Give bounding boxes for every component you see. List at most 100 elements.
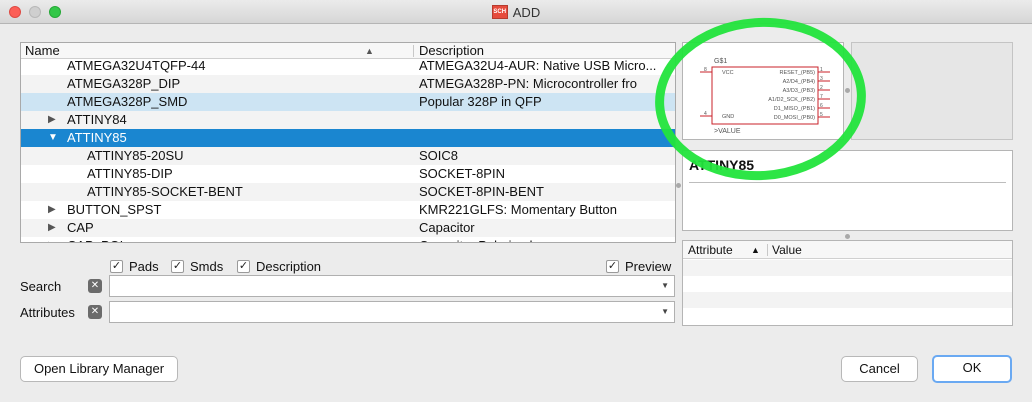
column-divider[interactable]: [413, 45, 414, 57]
expand-arrow-icon[interactable]: ▶: [48, 237, 56, 242]
table-row: [683, 276, 1012, 292]
symbol-preview: G$1 >VALUE 8 VCC 4 GND 1 RESET_(PB5) 3 A2/D4_(PB4…: [682, 42, 844, 140]
list-item[interactable]: ATMEGA328P_DIP ATMEGA328P-PN: Microcontro…: [21, 75, 675, 93]
list-item-description: ATMEGA32U4-AUR: Native USB Micro...: [419, 58, 657, 73]
preview-checkbox[interactable]: ✓: [606, 260, 619, 273]
search-combo[interactable]: ▼: [109, 275, 675, 297]
schematic-symbol: G$1 >VALUE 8 VCC 4 GND 1 RESET_(PB5) 3 A2/D4_(PB4…: [700, 58, 830, 135]
list-item-name: CAP_POL: [67, 237, 127, 242]
list-item[interactable]: ATTINY85-DIP SOCKET-8PIN: [21, 165, 675, 183]
pin-number: 1: [820, 67, 823, 73]
pin-name: RESET_(PB5): [780, 70, 816, 76]
pin-number: 3: [820, 76, 823, 82]
column-header-attribute[interactable]: Attribute: [688, 241, 733, 259]
list-item[interactable]: ▶ CAP Capacitor: [21, 219, 675, 237]
list-item-description: SOCKET-8PIN: [419, 166, 505, 181]
table-row: [683, 260, 1012, 276]
list-item[interactable]: ATMEGA328P_SMD Popular 328P in QFP: [21, 93, 675, 111]
list-item-description: Popular 328P in QFP: [419, 94, 542, 109]
chevron-down-icon[interactable]: ▼: [661, 281, 669, 290]
table-row: [683, 292, 1012, 308]
pin-name: A3/D3_(PB3): [783, 88, 816, 94]
list-item-name: ATTINY85: [67, 130, 127, 145]
expand-arrow-icon[interactable]: ▶: [48, 201, 56, 219]
list-item[interactable]: ▶ ATTINY84: [21, 111, 675, 129]
window-title: ADD: [512, 4, 541, 20]
smds-checkbox[interactable]: ✓: [171, 260, 184, 273]
attribute-table-header: Attribute ▲ Value: [683, 241, 1012, 259]
description-label: Description: [256, 259, 322, 274]
pin-name: GND: [722, 114, 734, 120]
vertical-splitter-handle[interactable]: [676, 183, 681, 188]
expand-arrow-icon[interactable]: ▶: [48, 111, 56, 129]
list-item-name: ATTINY85-SOCKET-BENT: [87, 184, 243, 199]
list-item-description: KMR221GLFS: Momentary Button: [419, 202, 617, 217]
pin-name: D1_MISO_(PB1): [774, 106, 815, 112]
pin-number: 6: [820, 103, 823, 109]
cancel-button[interactable]: Cancel: [841, 356, 918, 382]
horizontal-splitter-handle[interactable]: [845, 88, 850, 93]
list-item[interactable]: ATTINY85-20SU SOIC8: [21, 147, 675, 165]
list-item[interactable]: ▶ CAP_POL Capacitor Polarized: [21, 237, 675, 242]
title-bar: SCH ADD: [0, 0, 1032, 24]
list-item[interactable]: ATMEGA32U4TQFP-44 ATMEGA32U4-AUR: Native …: [21, 57, 675, 75]
pads-label: Pads: [129, 259, 159, 274]
pads-checkbox[interactable]: ✓: [110, 260, 123, 273]
pin-number: 4: [704, 111, 707, 117]
pin-name: A2/D4_(PB4): [783, 79, 816, 85]
window-title-wrap: SCH ADD: [0, 0, 1032, 24]
list-item-description: Capacitor Polarized: [419, 237, 532, 242]
preview-label: Preview: [625, 259, 672, 274]
table-row: [683, 308, 1012, 324]
preview-option[interactable]: ✓ Preview: [606, 259, 671, 274]
pin-name: VCC: [722, 70, 734, 76]
list-item[interactable]: ▶ BUTTON_SPST KMR221GLFS: Momentary Button: [21, 201, 675, 219]
list-item-description: Capacitor: [419, 220, 475, 235]
attribute-table[interactable]: Attribute ▲ Value: [682, 240, 1013, 326]
device-title: ATTINY85: [689, 157, 755, 173]
list-item-name: ATMEGA328P_SMD: [67, 94, 188, 109]
list-item-description: SOCKET-8PIN-BENT: [419, 184, 544, 199]
list-item[interactable]: ATTINY85-SOCKET-BENT SOCKET-8PIN-BENT: [21, 183, 675, 201]
clear-search-icon[interactable]: ✕: [88, 279, 102, 293]
package-preview: [851, 42, 1013, 140]
list-item-name: CAP: [67, 220, 94, 235]
part-name-label: G$1: [714, 58, 727, 65]
list-item-name: BUTTON_SPST: [67, 202, 162, 217]
library-list[interactable]: Name ▲ Description ATMEGA32U4TQFP-44 ATME…: [20, 42, 676, 243]
chevron-down-icon[interactable]: ▼: [661, 307, 669, 316]
attributes-combo[interactable]: ▼: [109, 301, 675, 323]
pin-number: 2: [820, 85, 823, 91]
divider: [689, 182, 1006, 183]
list-item-name: ATMEGA32U4TQFP-44: [67, 58, 206, 73]
column-divider[interactable]: [767, 244, 768, 256]
info-splitter-handle[interactable]: [845, 234, 850, 239]
list-item-description: SOIC8: [419, 148, 459, 163]
list-item-name: ATMEGA328P_DIP: [67, 76, 181, 91]
clear-attributes-icon[interactable]: ✕: [88, 305, 102, 319]
description-panel: ATTINY85: [682, 150, 1013, 231]
pin-name: D0_MOSI_(PB0): [774, 115, 815, 121]
expanded-arrow-icon[interactable]: ▼: [48, 129, 58, 147]
sort-ascending-icon: ▲: [751, 245, 760, 255]
pin-name: A1/D2_SCK_(PB2): [768, 97, 815, 103]
ok-button[interactable]: OK: [932, 355, 1012, 383]
pin-number: 7: [820, 94, 823, 100]
column-header-value[interactable]: Value: [772, 241, 802, 259]
open-library-manager-button[interactable]: Open Library Manager: [20, 356, 178, 382]
attributes-label: Attributes: [20, 305, 75, 320]
list-item-description: ATMEGA328P-PN: Microcontroller fro: [419, 76, 637, 91]
value-label: >VALUE: [714, 128, 741, 135]
list-item-name: ATTINY85-DIP: [87, 166, 173, 181]
pin-number: 8: [704, 67, 707, 73]
search-label: Search: [20, 279, 62, 294]
smds-label: Smds: [190, 259, 224, 274]
description-checkbox[interactable]: ✓: [237, 260, 250, 273]
smds-option[interactable]: ✓ Smds: [171, 259, 223, 274]
list-item[interactable]: ▼ ATTINY85: [21, 129, 675, 147]
list-item-name: ATTINY85-20SU: [87, 148, 184, 163]
expand-arrow-icon[interactable]: ▶: [48, 219, 56, 237]
list-item-name: ATTINY84: [67, 112, 127, 127]
pads-option[interactable]: ✓ Pads: [110, 259, 159, 274]
description-option[interactable]: ✓ Description: [237, 259, 321, 274]
